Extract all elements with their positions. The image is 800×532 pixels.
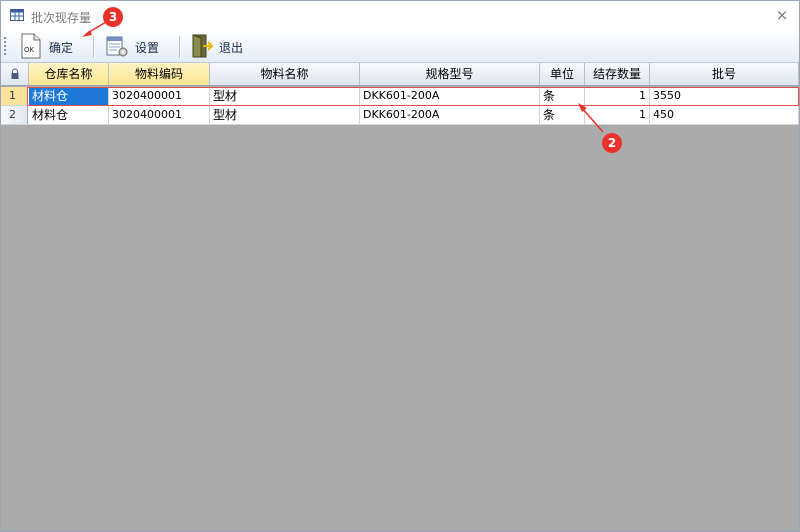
annotation-arrows: [82, 21, 604, 133]
annotation-badge-3: 3: [103, 7, 123, 27]
annotation-badge-2: 2: [602, 133, 622, 153]
